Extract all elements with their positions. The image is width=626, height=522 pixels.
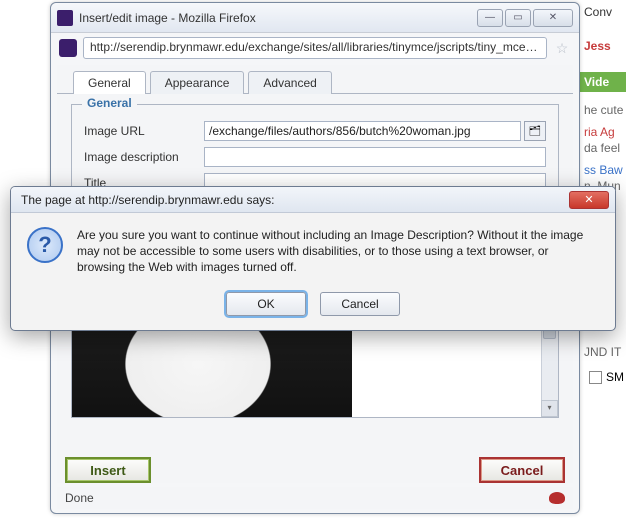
confirm-message: Are you sure you want to continue withou… xyxy=(77,227,599,276)
status-text: Done xyxy=(65,491,94,505)
window-titlebar[interactable]: Insert/edit image - Mozilla Firefox — ▭ … xyxy=(51,3,579,33)
confirm-ok-button[interactable]: OK xyxy=(226,292,306,316)
confirm-titlebar[interactable]: The page at http://serendip.brynmawr.edu… xyxy=(11,187,615,213)
maximize-button[interactable]: ▭ xyxy=(505,9,531,27)
row-image-description: Image description xyxy=(84,147,546,167)
scroll-down-icon[interactable]: ▾ xyxy=(541,400,558,417)
tab-advanced[interactable]: Advanced xyxy=(248,71,331,94)
tab-appearance[interactable]: Appearance xyxy=(150,71,245,94)
confirm-dialog: The page at http://serendip.brynmawr.edu… xyxy=(10,186,616,331)
row-image-url: Image URL 🗂 xyxy=(84,121,546,141)
insert-button[interactable]: Insert xyxy=(65,457,151,483)
site-favicon xyxy=(59,39,77,57)
tab-general[interactable]: General xyxy=(73,71,146,94)
fieldset-legend: General xyxy=(82,96,137,110)
confirm-title-text: The page at http://serendip.brynmawr.edu… xyxy=(21,193,274,207)
input-image-description[interactable] xyxy=(204,147,546,167)
confirm-close-button[interactable]: ✕ xyxy=(569,191,609,209)
close-window-button[interactable]: ✕ xyxy=(533,9,573,27)
bookmark-star-icon[interactable]: ☆ xyxy=(553,39,571,57)
browse-url-button[interactable]: 🗂 xyxy=(524,121,546,141)
firefox-page-icon xyxy=(57,10,73,26)
url-input[interactable]: http://serendip.brynmawr.edu/exchange/si… xyxy=(83,37,547,59)
window-title: Insert/edit image - Mozilla Firefox xyxy=(79,11,469,25)
background-checkbox[interactable]: SM xyxy=(589,370,624,384)
confirm-cancel-button[interactable]: Cancel xyxy=(320,292,400,316)
address-bar: http://serendip.brynmawr.edu/exchange/si… xyxy=(51,33,579,63)
tab-strip: General Appearance Advanced xyxy=(57,65,573,94)
status-bar: Done xyxy=(57,487,573,509)
question-icon: ? xyxy=(27,227,63,263)
dialog-button-row: Insert Cancel xyxy=(51,457,579,483)
cancel-button[interactable]: Cancel xyxy=(479,457,565,483)
firebug-icon[interactable] xyxy=(549,492,565,504)
minimize-button[interactable]: — xyxy=(477,9,503,27)
input-image-url[interactable] xyxy=(204,121,521,141)
label-image-description: Image description xyxy=(84,150,204,164)
label-image-url: Image URL xyxy=(84,124,204,138)
confirm-button-row: OK Cancel xyxy=(11,286,615,330)
